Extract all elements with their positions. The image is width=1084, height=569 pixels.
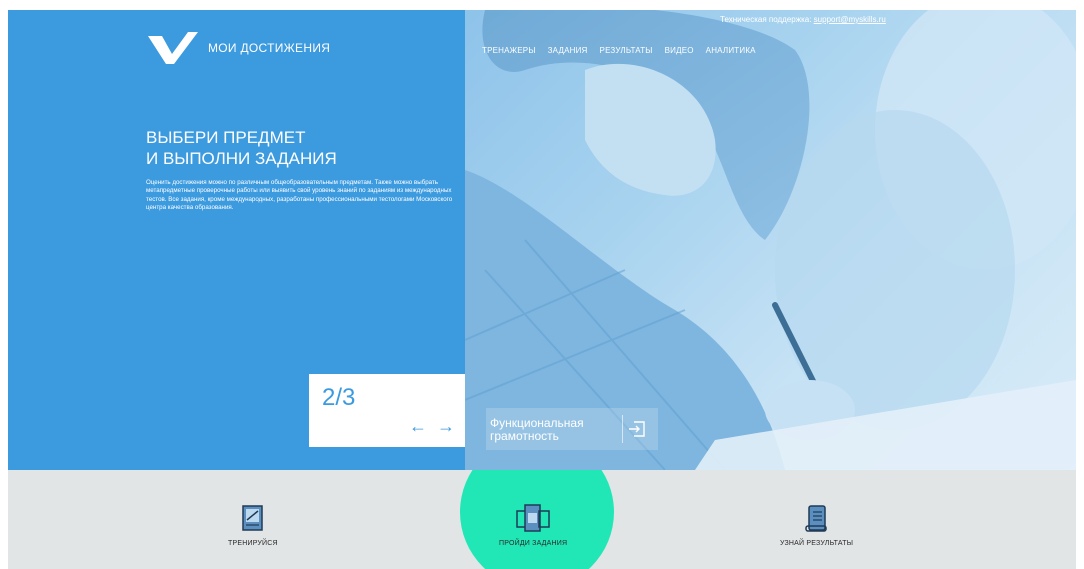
hero-headline-line1: ВЫБЕРИ ПРЕДМЕТ [146,128,306,147]
feature-tasks-label: ПРОЙДИ ЗАДАНИЯ [499,540,568,547]
hero-section: МОИ ДОСТИЖЕНИЯ Техническая поддержка: su… [8,10,1076,470]
nav-item-tasks[interactable]: ЗАДАНИЯ [548,46,588,55]
hero-headline-line2: И ВЫПОЛНИ ЗАДАНИЯ [146,149,337,168]
support-label: Техническая поддержка: [720,15,812,24]
nav-item-analytics[interactable]: АНАЛИТИКА [706,46,756,55]
nav-item-video[interactable]: ВИДЕО [665,46,694,55]
brand-logo[interactable]: МОИ ДОСТИЖЕНИЯ [148,32,330,64]
hero-photo [465,10,1076,470]
feature-results[interactable]: УЗНАЙ РЕЗУЛЬТАТЫ [780,504,853,547]
slider-control: 2/3 ← → [309,374,465,447]
feature-training-label: ТРЕНИРУЙСЯ [228,540,278,547]
training-book-icon [242,505,263,531]
main-nav: ТРЕНАЖЕРЫ ЗАДАНИЯ РЕЗУЛЬТАТЫ ВИДЕО АНАЛИ… [482,46,756,55]
arrow-left-icon[interactable]: ← [409,416,427,436]
arrow-right-icon[interactable]: → [437,416,455,436]
logo-text: МОИ ДОСТИЖЕНИЯ [208,41,331,55]
support-info: Техническая поддержка: support@myskills.… [720,15,886,24]
slide-open-button[interactable] [622,415,651,443]
nav-item-trainers[interactable]: ТРЕНАЖЕРЫ [482,46,536,55]
slide-caption[interactable]: Функциональная грамотность [486,408,658,450]
tasks-devices-icon [516,504,550,532]
enter-arrow-icon [629,421,645,437]
checkmark-logo-icon [148,32,198,64]
hero-headline: ВЫБЕРИ ПРЕДМЕТ И ВЫПОЛНИ ЗАДАНИЯ [146,127,337,169]
results-scroll-icon [804,505,827,532]
slider-counter: 2/3 [322,384,356,411]
hero-description: Оценить достижения можно по различным об… [146,179,453,211]
nav-item-results[interactable]: РЕЗУЛЬТАТЫ [600,46,653,55]
page-frame: МОИ ДОСТИЖЕНИЯ Техническая поддержка: su… [8,10,1076,569]
feature-tasks[interactable]: ПРОЙДИ ЗАДАНИЯ [499,504,567,547]
feature-results-label: УЗНАЙ РЕЗУЛЬТАТЫ [780,540,854,547]
support-email-link[interactable]: support@myskills.ru [814,15,886,24]
slide-caption-text: Функциональная грамотность [490,416,584,443]
features-bar: ТРЕНИРУЙСЯ ПРОЙДИ ЗАДАНИЯ УЗНАЙ РЕЗУЛЬТА… [8,470,1076,569]
feature-training[interactable]: ТРЕНИРУЙСЯ [228,504,278,547]
students-photo-image [465,10,1076,470]
